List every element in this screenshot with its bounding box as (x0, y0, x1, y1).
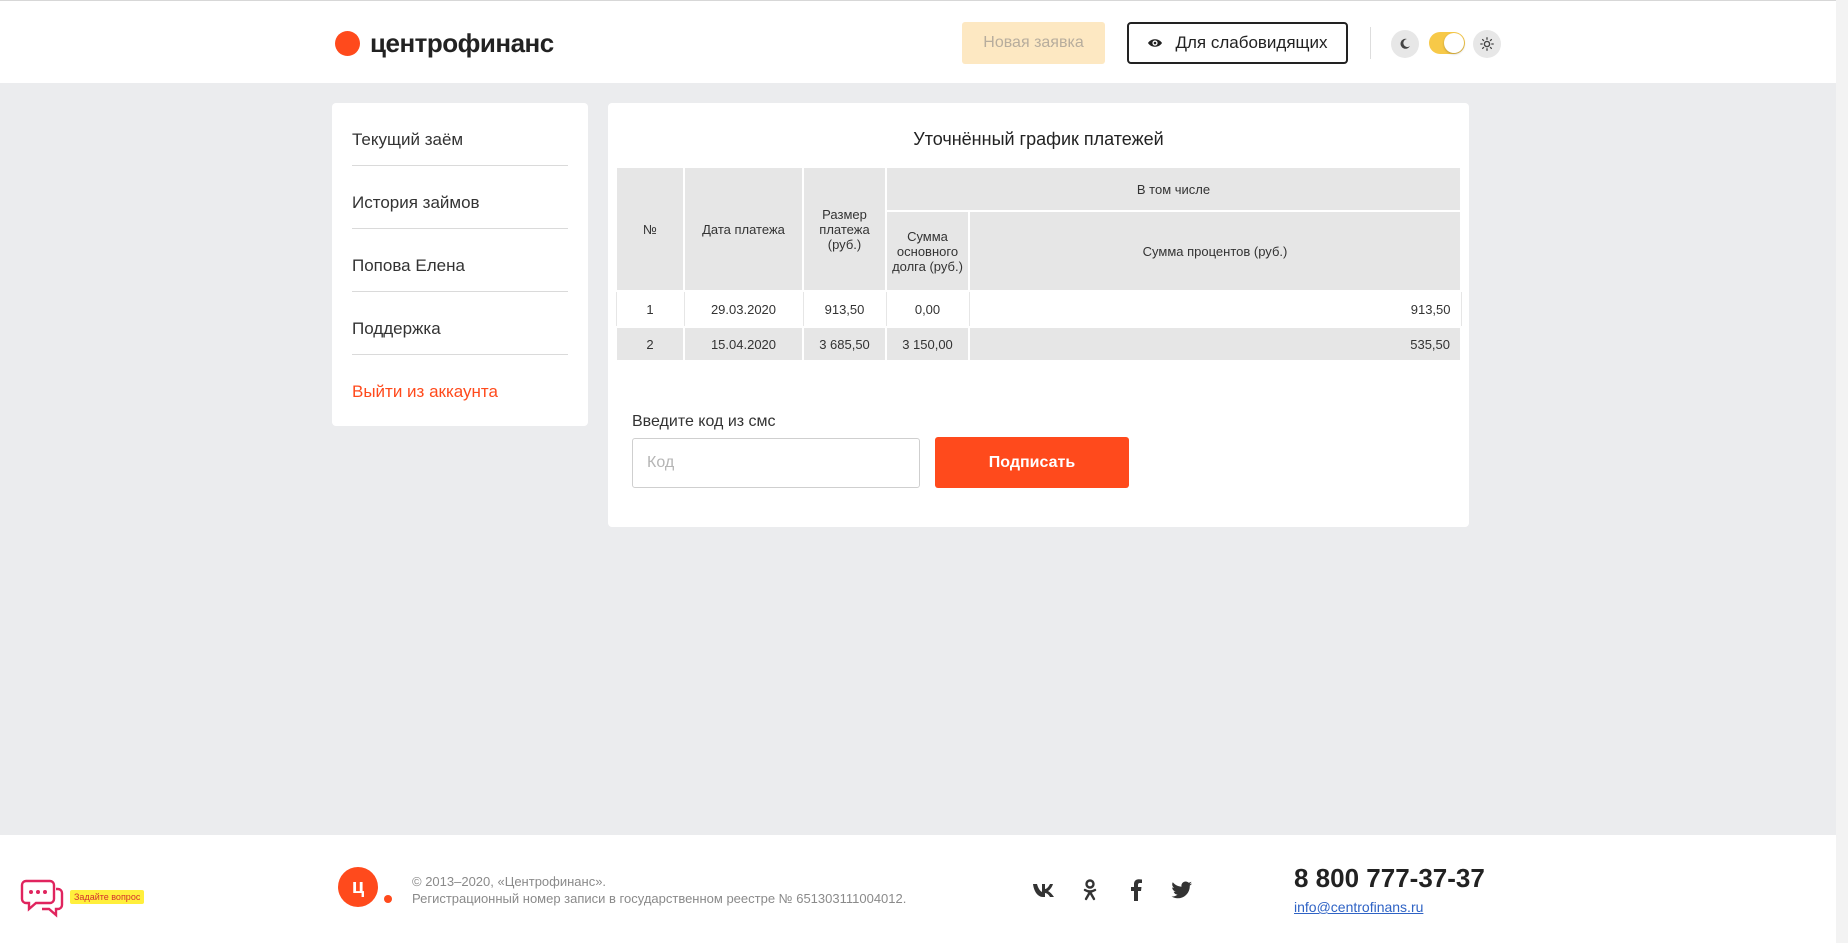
visually-impaired-label: Для слабовидящих (1175, 33, 1328, 52)
header-interest: Сумма процентов (руб.) (968, 210, 1462, 292)
moon-icon[interactable] (1391, 30, 1419, 58)
header-principal: Сумма основного долга (руб.) (885, 210, 970, 292)
sidebar: Текущий заём История займов Попова Елена… (332, 103, 588, 426)
footer-logo: ц (338, 867, 378, 907)
cell-principal: 3 150,00 (885, 326, 970, 362)
cell-amount: 913,50 (802, 290, 887, 328)
toggle-knob (1444, 33, 1464, 53)
page-scrollbar[interactable] (1836, 0, 1848, 943)
sun-icon[interactable] (1473, 30, 1501, 58)
header-no: № (615, 166, 685, 292)
social-links (1032, 878, 1194, 902)
visually-impaired-button[interactable]: Для слабовидящих (1127, 22, 1348, 64)
cell-no: 2 (615, 326, 685, 362)
chat-icon (20, 879, 64, 918)
cell-no: 1 (615, 290, 685, 328)
eye-icon (1148, 39, 1163, 47)
sidebar-item-logout[interactable]: Выйти из аккаунта (352, 355, 568, 418)
footer-logo-dot-icon (384, 895, 392, 903)
page-title: Уточнённый график платежей (913, 129, 1164, 149)
facebook-icon[interactable] (1124, 878, 1148, 902)
header-divider (1370, 27, 1371, 59)
header-including: В том числе (885, 166, 1462, 212)
footer-copyright: © 2013–2020, «Центрофинанс». Регистрацио… (412, 873, 906, 907)
sidebar-item-profile[interactable]: Попова Елена (352, 229, 568, 292)
theme-toggle[interactable] (1429, 32, 1465, 54)
cell-interest: 535,50 (968, 326, 1462, 362)
logo[interactable]: центрофинанс (335, 28, 554, 59)
new-application-button[interactable]: Новая заявка (962, 22, 1105, 64)
cell-principal: 0,00 (885, 290, 970, 328)
footer: Задайте вопрос ц © 2013–2020, «Центрофин… (0, 835, 1836, 943)
registry-text: Регистрационный номер записи в государст… (412, 891, 907, 906)
sidebar-item-current-loan[interactable]: Текущий заём (352, 103, 568, 166)
logo-text: центрофинанс (370, 28, 554, 58)
table-row: 1 29.03.2020 913,50 0,00 913,50 (615, 290, 1462, 328)
cell-interest: 913,50 (968, 290, 1462, 328)
cell-amount: 3 685,50 (802, 326, 887, 362)
cell-date: 15.04.2020 (683, 326, 804, 362)
vk-icon[interactable] (1032, 878, 1056, 902)
chat-badge[interactable]: Задайте вопрос (70, 890, 145, 904)
sidebar-item-loan-history[interactable]: История займов (352, 166, 568, 229)
twitter-icon[interactable] (1170, 878, 1194, 902)
odnoklassniki-icon[interactable] (1078, 878, 1102, 902)
payment-schedule-table: № Дата платежа Размер платежа (руб.) В т… (615, 166, 1462, 362)
sms-code-label: Введите код из смс (632, 413, 776, 430)
logo-dot-icon (335, 31, 360, 56)
sidebar-item-support[interactable]: Поддержка (352, 292, 568, 355)
sign-button[interactable]: Подписать (935, 437, 1129, 488)
header-date: Дата платежа (683, 166, 804, 292)
sms-code-input[interactable] (632, 438, 920, 488)
chat-widget[interactable]: Задайте вопрос (20, 875, 145, 919)
copyright-text: © 2013–2020, «Центрофинанс». (412, 874, 607, 889)
cell-date: 29.03.2020 (683, 290, 804, 328)
footer-email-link[interactable]: info@centrofinans.ru (1294, 899, 1423, 915)
footer-phone[interactable]: 8 800 777-37-37 (1294, 863, 1485, 894)
header: центрофинанс Новая заявка Для слабовидящ… (0, 0, 1836, 83)
header-amount: Размер платежа (руб.) (802, 166, 887, 292)
main-panel: Уточнённый график платежей № Дата платеж… (608, 103, 1469, 527)
table-row: 2 15.04.2020 3 685,50 3 150,00 535,50 (615, 326, 1462, 362)
